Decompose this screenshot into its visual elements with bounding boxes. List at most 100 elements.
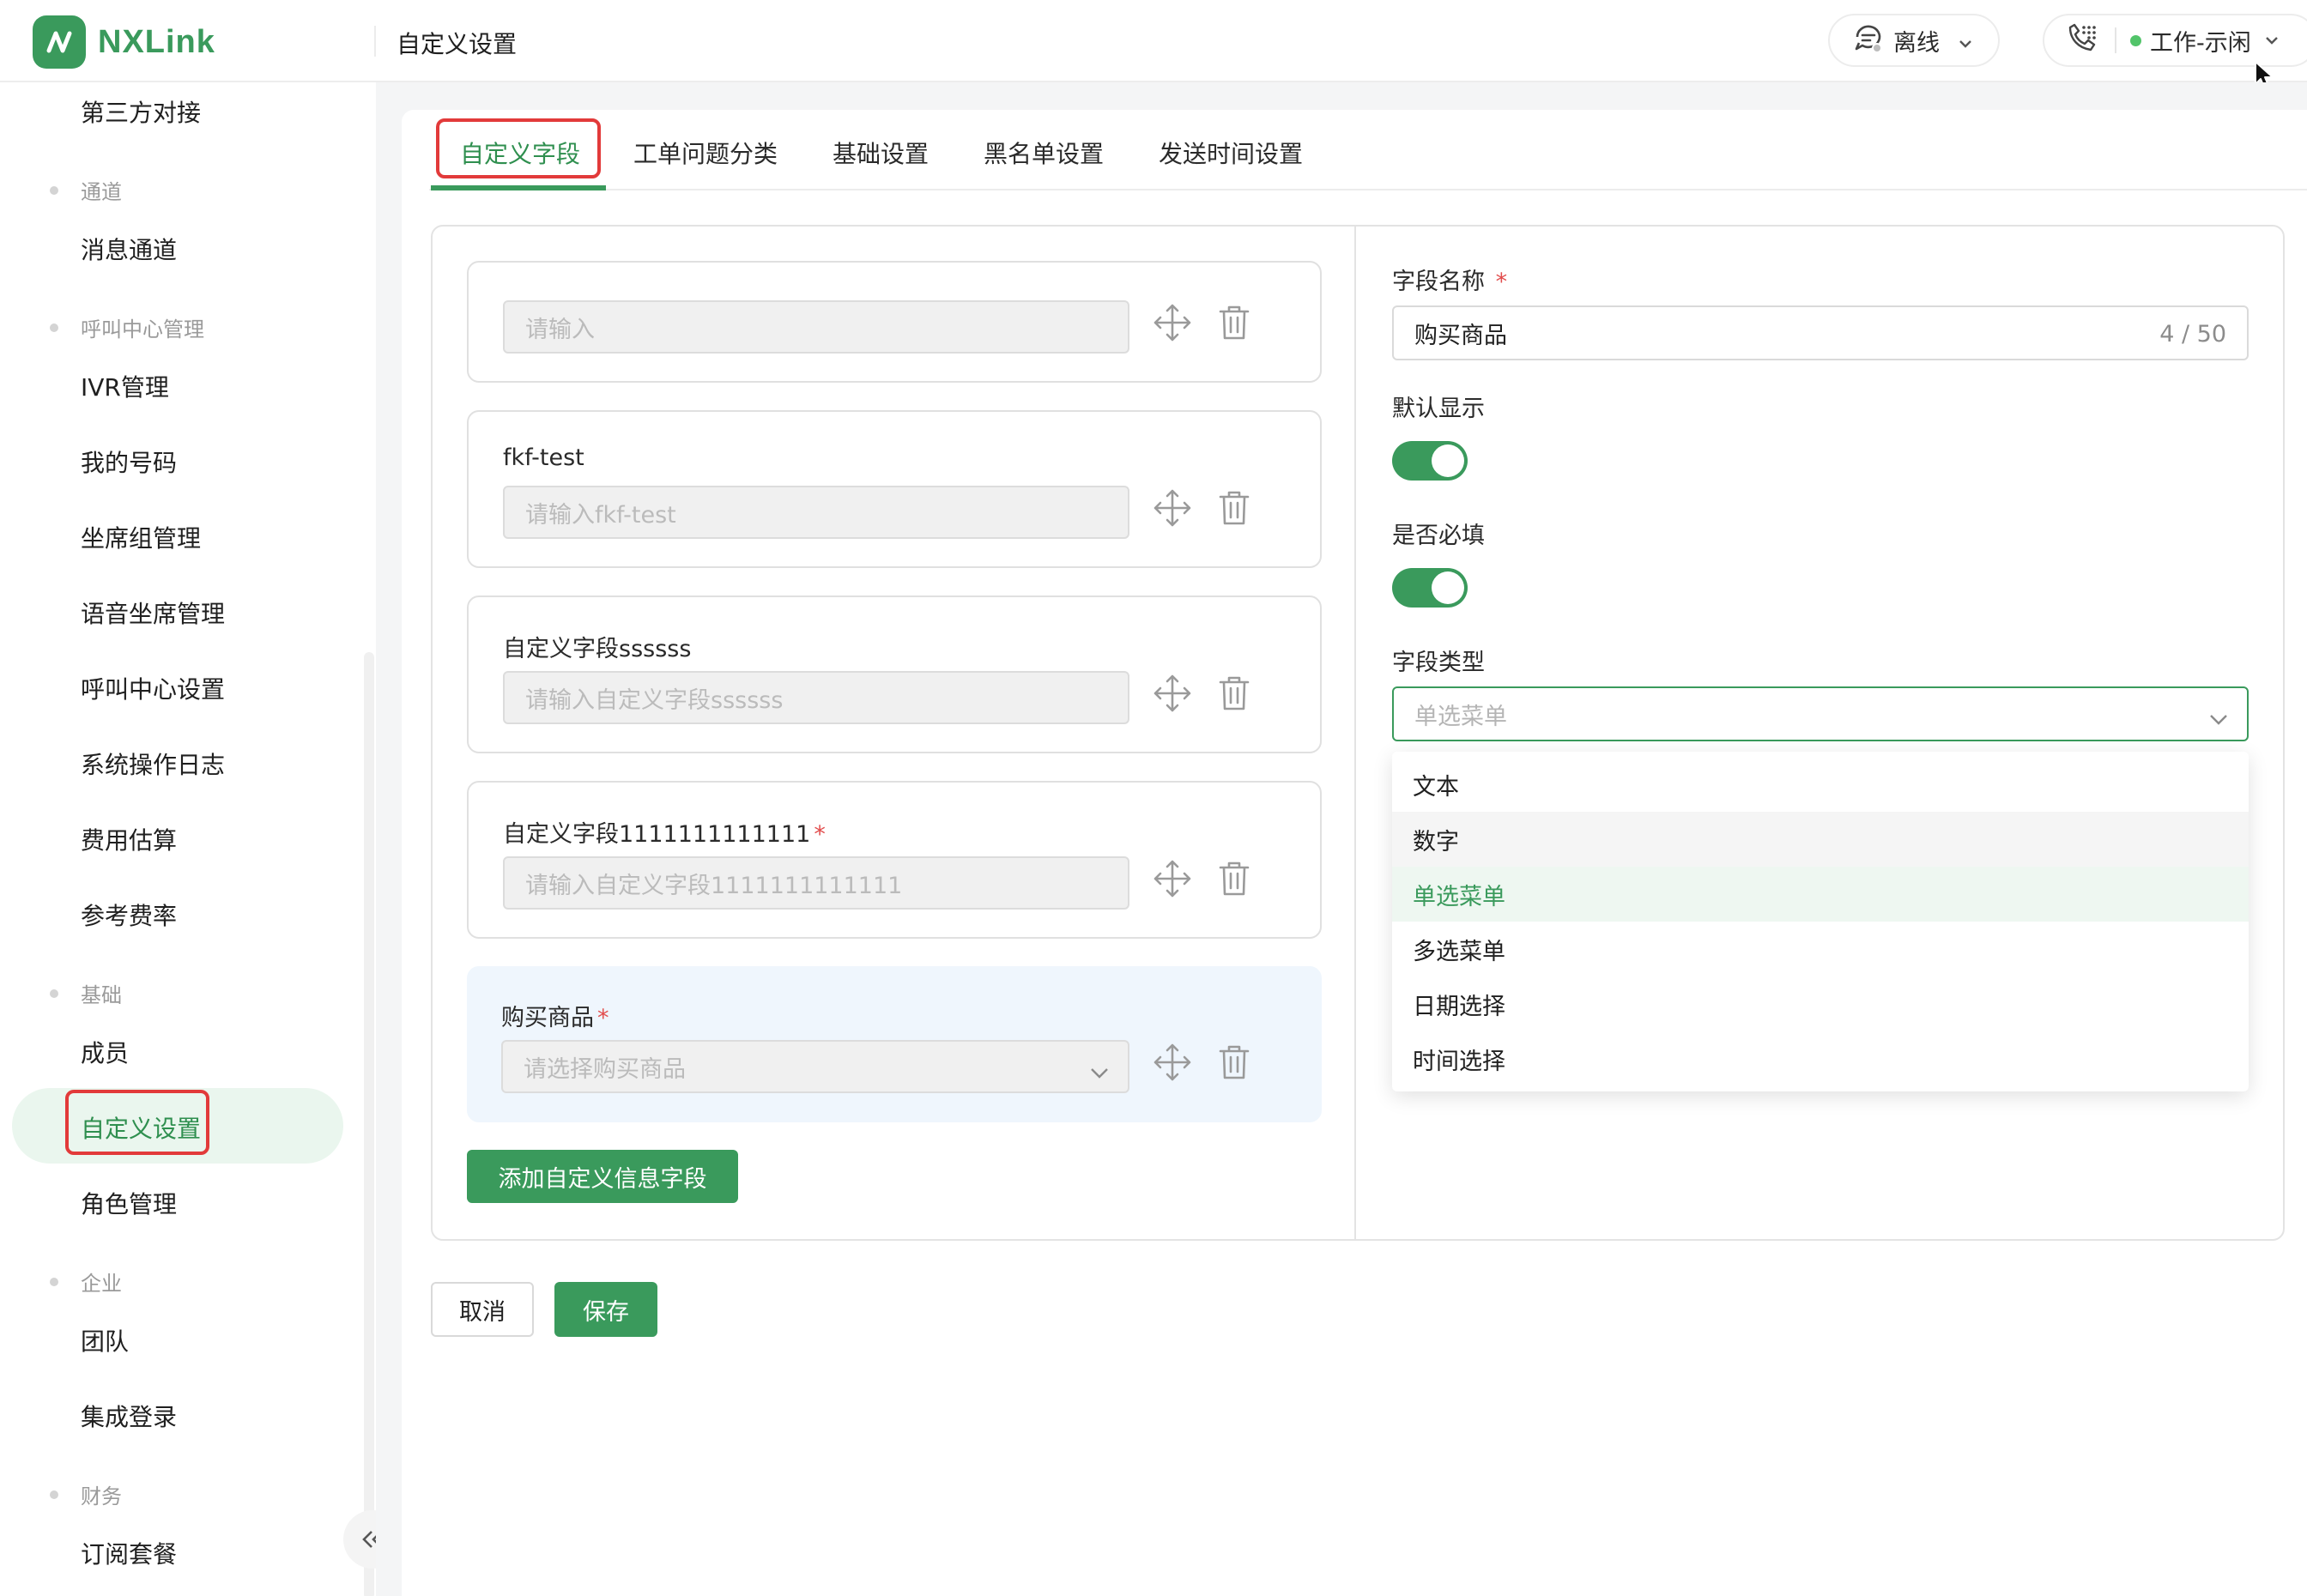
chat-status-icon [1852,22,1885,58]
tab-blacklist[interactable]: 黑名单设置 [984,136,1104,170]
work-status-label: 工作-示闲 [2150,29,2251,57]
dropdown-option-time[interactable]: 时间选择 [1392,1031,2249,1086]
sidebar-item-roles[interactable]: 角色管理 [81,1186,177,1220]
chat-status-label: 离线 [1893,29,1940,57]
default-show-toggle[interactable] [1392,441,1468,481]
drag-move-icon[interactable] [1152,858,1193,903]
delete-trash-icon[interactable] [1214,487,1255,532]
phone-keypad-icon [2065,22,2099,58]
annotation-highlight-box [436,118,601,178]
dropdown-option-text[interactable]: 文本 [1392,757,2249,812]
required-mark: * [1495,269,1508,295]
field-type-dropdown: 文本 数字 单选菜单 多选菜单 日期选择 时间选择 [1392,752,2249,1091]
top-header: NXLink 自定义设置 离线 工作-示闲 [0,0,2307,82]
sidebar-item-sso-login[interactable]: 集成登录 [81,1399,177,1433]
dropdown-option-single-select[interactable]: 单选菜单 [1392,867,2249,922]
field-preview-input: 请输入fkf-test [503,486,1129,539]
save-button[interactable]: 保存 [554,1282,657,1337]
group-bullet [50,1277,58,1286]
sidebar-item-operation-logs[interactable]: 系统操作日志 [81,747,225,781]
field-name-label-text: 字段名称 [1392,269,1485,295]
sidebar-item-agent-groups[interactable]: 坐席组管理 [81,520,201,554]
drag-move-icon[interactable] [1152,1042,1193,1086]
delete-trash-icon[interactable] [1214,673,1255,717]
chevron-down-icon [1959,36,1972,52]
required-label: 是否必填 [1392,523,1485,549]
delete-trash-icon[interactable] [1214,858,1255,903]
field-card[interactable]: fkf-test 请输入fkf-test [467,410,1322,568]
field-label-text: 自定义字段1111111111111 [503,821,811,848]
sidebar-item-reference-rates[interactable]: 参考费率 [81,898,177,932]
toggle-knob [1432,571,1464,604]
field-card[interactable]: 自定义字段ssssss 请输入自定义字段ssssss [467,595,1322,753]
tab-send-time[interactable]: 发送时间设置 [1159,136,1303,170]
sidebar-group-finance: 财务 [50,1479,122,1509]
sidebar-group-channel: 通道 [50,175,122,205]
sidebar-item-third-party[interactable]: 第三方对接 [81,94,201,129]
field-label: 购买商品 * [501,999,609,1032]
logo-icon [33,15,86,69]
sidebar-item-my-numbers[interactable]: 我的号码 [81,444,177,479]
group-title: 基础 [81,983,122,1007]
tab-basic-settings[interactable]: 基础设置 [833,136,929,170]
char-counter: 4 / 50 [2159,321,2226,348]
field-preview-input: 请输入自定义字段ssssss [503,671,1129,724]
field-label: 自定义字段1111111111111 * [503,815,826,849]
chat-status-dropdown[interactable]: 离线 [1828,14,2000,67]
drag-move-icon[interactable] [1152,302,1193,347]
chevron-down-icon [2209,705,2228,732]
field-preview-input: 请输入 [503,300,1129,354]
group-title: 企业 [81,1272,122,1296]
group-bullet [50,1490,58,1499]
sidebar-item-team[interactable]: 团队 [81,1323,129,1357]
sidebar-item-cost-estimate[interactable]: 费用估算 [81,822,177,856]
sidebar-item-message-channel[interactable]: 消息通道 [81,232,177,266]
call-status-dropdown[interactable]: 工作-示闲 [2043,14,2307,67]
annotation-highlight-box [65,1090,209,1155]
field-type-placeholder: 单选菜单 [1414,703,1507,730]
add-custom-field-button[interactable]: 添加自定义信息字段 [467,1150,738,1203]
drag-move-icon[interactable] [1152,673,1193,717]
field-type-select[interactable]: 单选菜单 [1392,686,2249,741]
drag-move-icon[interactable] [1152,487,1193,532]
page-title: 自定义设置 [397,30,518,58]
field-name-input[interactable]: 购买商品 4 / 50 [1392,305,2249,360]
group-bullet [50,988,58,998]
sidebar-group-enterprise: 企业 [50,1267,122,1297]
group-title: 呼叫中心管理 [81,317,204,342]
select-placeholder: 请选择购买商品 [524,1055,686,1083]
field-preview-select: 请选择购买商品 [501,1040,1129,1093]
field-card-selected[interactable]: 购买商品 * 请选择购买商品 [467,966,1322,1122]
sidebar-item-call-center-settings[interactable]: 呼叫中心设置 [81,671,225,705]
field-card[interactable]: 自定义字段1111111111111 * 请输入自定义字段111111111111… [467,781,1322,939]
group-title: 通道 [81,180,122,204]
dropdown-option-number[interactable]: 数字 [1392,812,2249,867]
delete-trash-icon[interactable] [1214,302,1255,347]
sidebar-item-subscription[interactable]: 订阅套餐 [81,1536,177,1570]
sidebar-group-basics: 基础 [50,978,122,1008]
group-title: 财务 [81,1484,122,1508]
field-label: fkf-test [503,444,584,471]
sidebar-item-voice-agents[interactable]: 语音坐席管理 [81,595,225,630]
dropdown-option-multi-select[interactable]: 多选菜单 [1392,922,2249,976]
required-mark: * [814,821,826,848]
delete-trash-icon[interactable] [1214,1042,1255,1086]
field-type-label: 字段类型 [1392,650,1485,676]
required-toggle[interactable] [1392,568,1468,608]
app-name: NXLink [98,23,215,60]
cancel-button[interactable]: 取消 [431,1282,534,1337]
sidebar-item-ivr[interactable]: IVR管理 [81,369,169,403]
dropdown-option-date[interactable]: 日期选择 [1392,976,2249,1031]
app-logo[interactable]: NXLink [33,15,215,69]
field-name-value: 购买商品 [1414,322,1507,349]
field-name-label: 字段名称 * [1392,263,1507,296]
sidebar-item-members[interactable]: 成员 [81,1035,129,1069]
tab-ticket-categories[interactable]: 工单问题分类 [633,136,778,170]
sidebar-scrollbar[interactable] [364,652,374,1596]
field-card[interactable]: 请输入 [467,261,1322,383]
default-show-label: 默认显示 [1392,396,1485,422]
required-mark: * [597,1005,609,1031]
group-bullet [50,323,58,332]
field-label-text: 购买商品 [501,1005,594,1031]
active-tab-indicator [431,185,606,190]
